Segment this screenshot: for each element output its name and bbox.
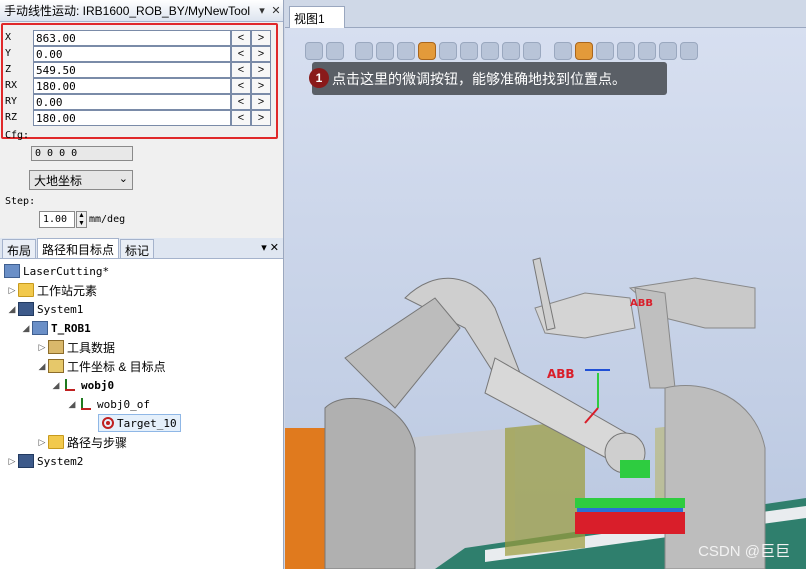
folder-icon bbox=[18, 283, 34, 297]
tree-item-paths[interactable]: ▷ 路径与步骤 bbox=[36, 433, 127, 451]
view-tool-icon[interactable] bbox=[326, 42, 344, 60]
hint-text: 点击这里的微调按钮，能够准确地找到位置点。 bbox=[332, 71, 626, 87]
tree-item-wobj0[interactable]: ◢ wobj0 bbox=[50, 376, 115, 394]
fixture-top bbox=[620, 460, 650, 478]
tree-label: T_ROB1 bbox=[51, 321, 91, 335]
step-spinner[interactable]: ▲ ▼ bbox=[76, 211, 87, 228]
jog-panel: 手动线性运动: IRB1600_ROB_BY/MyNewTool ▾ ✕ X 8… bbox=[0, 0, 284, 238]
brand-logo-back: ABB bbox=[630, 298, 653, 309]
expand-icon[interactable]: ▷ bbox=[36, 437, 48, 448]
view-tool-icon[interactable] bbox=[596, 42, 614, 60]
panel-controls[interactable]: ▾ ✕ bbox=[261, 241, 279, 254]
main-robot-upper-arm bbox=[344, 297, 461, 409]
step-label: Step: bbox=[5, 196, 36, 207]
tab-tags[interactable]: 标记 bbox=[120, 239, 155, 258]
tree-item-station[interactable]: LaserCutting* bbox=[4, 262, 109, 280]
paths-targets-panel: 布局 路径和目标点 标记 ▾ ✕ LaserCutting* ▷ 工作站元素 ◢… bbox=[0, 238, 284, 569]
view-tab-label: 视图1 bbox=[294, 12, 325, 26]
close-icon[interactable]: ✕ bbox=[269, 4, 283, 17]
tab-paths-targets[interactable]: 路径和目标点 bbox=[37, 238, 120, 258]
workobject-icon bbox=[48, 359, 64, 373]
system-icon bbox=[18, 454, 34, 468]
view-tool-icon[interactable] bbox=[502, 42, 520, 60]
step-input[interactable]: 1.00 bbox=[39, 211, 75, 228]
tab-layout[interactable]: 布局 bbox=[2, 239, 37, 258]
view-tool-icon[interactable] bbox=[376, 42, 394, 60]
expand-icon[interactable]: ▷ bbox=[6, 456, 18, 467]
step-unit: mm/deg bbox=[89, 214, 126, 225]
collapse-icon[interactable]: ◢ bbox=[20, 323, 32, 334]
view-tool-icon[interactable] bbox=[439, 42, 457, 60]
view-tabbar: 视图1 ✕ bbox=[285, 0, 806, 41]
view-tool-icon[interactable] bbox=[617, 42, 635, 60]
folder-icon bbox=[48, 435, 64, 449]
view-panel: 视图1 ✕ bbox=[285, 0, 806, 569]
view-tool-icon[interactable] bbox=[481, 42, 499, 60]
tree-label: wobj0_of bbox=[97, 397, 150, 411]
view-tool-icon[interactable] bbox=[523, 42, 541, 60]
collapse-icon[interactable]: ◢ bbox=[50, 380, 62, 391]
tree-item-target-10[interactable]: Target_10 bbox=[98, 414, 181, 432]
3d-viewport[interactable]: ABB ABB 1 点击这里的微调按钮，能够准确地找到位置点。 CSDN @巨巨 bbox=[285, 28, 806, 569]
highlight-box bbox=[1, 23, 278, 139]
system-icon bbox=[18, 302, 34, 316]
tree-item-system2[interactable]: ▷ System2 bbox=[6, 452, 83, 470]
main-robot-base bbox=[324, 397, 416, 569]
scene-graphic: ABB ABB bbox=[285, 257, 806, 569]
tab-view1[interactable]: 视图1 ✕ bbox=[289, 6, 345, 41]
jog-panel-title: 手动线性运动: IRB1600_ROB_BY/MyNewTool bbox=[4, 4, 251, 18]
view-toolbar bbox=[305, 42, 698, 64]
view-tool-icon[interactable] bbox=[659, 42, 677, 60]
reference-frame-value: 大地坐标 bbox=[34, 174, 83, 188]
tree-label: System2 bbox=[37, 454, 84, 468]
tree-label: 路径与步骤 bbox=[67, 435, 128, 450]
expand-icon[interactable]: ▷ bbox=[6, 285, 18, 296]
reference-frame-select[interactable]: 大地坐标 ⌄ bbox=[29, 170, 133, 190]
brand-logo: ABB bbox=[547, 367, 575, 381]
station-icon bbox=[4, 264, 20, 278]
fixture-plate bbox=[575, 498, 685, 508]
expand-icon[interactable]: ▷ bbox=[36, 342, 48, 353]
view-tool-icon[interactable] bbox=[397, 42, 415, 60]
tree-item-tool-data[interactable]: ▷ 工具数据 bbox=[36, 338, 115, 356]
watermark: CSDN @巨巨 bbox=[698, 543, 790, 560]
step-number-badge: 1 bbox=[309, 68, 329, 88]
view-tool-icon[interactable] bbox=[418, 42, 436, 60]
collapse-icon[interactable]: ◢ bbox=[36, 361, 48, 372]
panel-tabs: 布局 路径和目标点 标记 ▾ ✕ bbox=[0, 238, 283, 259]
tree-item-wobj-targets[interactable]: ◢ 工件坐标 & 目标点 bbox=[36, 357, 166, 375]
chevron-down-icon: ⌄ bbox=[118, 173, 128, 185]
view-tool-icon[interactable] bbox=[355, 42, 373, 60]
snap-icon[interactable] bbox=[575, 42, 593, 60]
cfg-label: Cfg: bbox=[5, 130, 30, 141]
tree-label: wobj0 bbox=[81, 378, 115, 392]
view-tool-icon[interactable] bbox=[460, 42, 478, 60]
pin-icon[interactable]: ▾ bbox=[255, 4, 269, 17]
tree-label: System1 bbox=[37, 302, 84, 316]
tool-data-icon bbox=[48, 340, 64, 354]
tree-label: 工件坐标 & 目标点 bbox=[67, 359, 166, 374]
view-tool-icon[interactable] bbox=[680, 42, 698, 60]
fixture-base bbox=[575, 512, 685, 534]
view-tool-icon[interactable] bbox=[554, 42, 572, 60]
collapse-icon[interactable]: ◢ bbox=[66, 399, 78, 410]
tree-item-system1[interactable]: ◢ System1 bbox=[6, 300, 83, 318]
tree-item-station-elements[interactable]: ▷ 工作站元素 bbox=[6, 281, 97, 299]
frame-axis-icon bbox=[62, 378, 78, 392]
target-icon bbox=[102, 417, 114, 429]
jog-panel-header: 手动线性运动: IRB1600_ROB_BY/MyNewTool ▾ ✕ bbox=[0, 0, 283, 22]
tree-label: 工作站元素 bbox=[37, 283, 98, 298]
tree-label: 工具数据 bbox=[67, 340, 116, 355]
collapse-icon[interactable]: ◢ bbox=[6, 304, 18, 315]
view-tool-icon[interactable] bbox=[305, 42, 323, 60]
cfg-value: 0 0 0 0 bbox=[31, 146, 133, 161]
tree-label: LaserCutting* bbox=[23, 264, 110, 278]
task-icon bbox=[32, 321, 48, 335]
frame-axis-icon bbox=[78, 397, 94, 411]
tree-item-wobj0-of[interactable]: ◢ wobj0_of bbox=[66, 395, 150, 413]
hint-callout: 1 点击这里的微调按钮，能够准确地找到位置点。 bbox=[309, 62, 667, 95]
view-tool-icon[interactable] bbox=[638, 42, 656, 60]
tree-item-t-rob1[interactable]: ◢ T_ROB1 bbox=[20, 319, 91, 337]
tree-label: Target_10 bbox=[117, 416, 177, 430]
